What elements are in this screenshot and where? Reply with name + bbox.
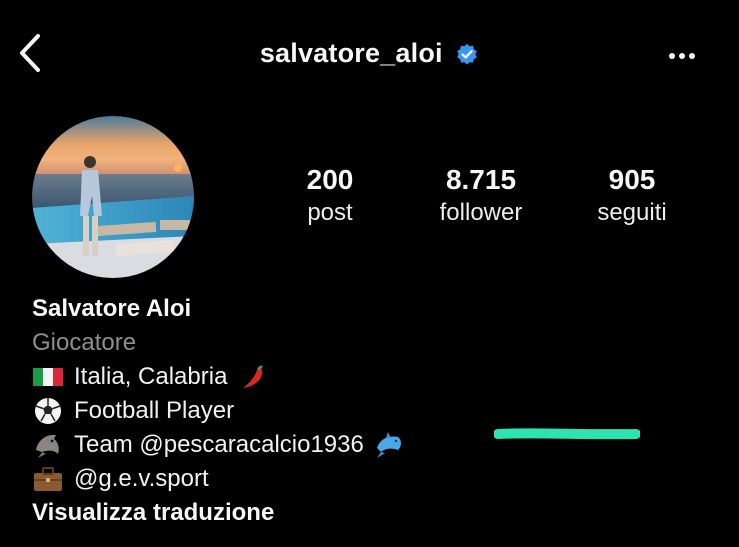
more-dot-icon <box>679 53 685 59</box>
bio-line-agency: @g.e.v.sport <box>32 462 712 496</box>
followers-count[interactable]: 8.715 follower <box>406 163 556 229</box>
profile-bio: Salvatore Aloi Giocatore Italia, Calabri… <box>32 292 712 530</box>
bio-location-text: Italia, Calabria <box>74 363 228 390</box>
bio-line-role: Football Player <box>32 394 712 428</box>
chili-pepper-icon <box>243 365 264 388</box>
following-label: seguiti <box>597 199 667 226</box>
following-value: 905 <box>608 164 656 195</box>
bio-team-text[interactable]: Team @pescaracalcio1936 <box>74 428 364 462</box>
profile-header: salvatore_aloi <box>0 0 739 106</box>
header-title: salvatore_aloi <box>0 38 739 69</box>
italy-flag-icon <box>33 368 63 386</box>
profile-photo <box>32 116 194 278</box>
following-count[interactable]: 905 seguiti <box>557 163 707 229</box>
more-dot-icon <box>689 53 695 59</box>
bio-line-location: Italia, Calabria <box>32 360 712 394</box>
dolphin-icon <box>36 434 59 458</box>
briefcase-icon <box>34 467 62 491</box>
username-title: salvatore_aloi <box>259 38 443 68</box>
bio-agency-text[interactable]: @g.e.v.sport <box>74 462 209 496</box>
verified-badge-icon <box>457 43 477 65</box>
bio-role-text: Football Player <box>74 397 235 424</box>
profile-category: Giocatore <box>32 329 137 356</box>
posts-value: 200 <box>306 164 354 195</box>
soccer-ball-icon <box>35 398 61 424</box>
translate-link[interactable]: Visualizza traduzione <box>32 496 712 530</box>
avatar[interactable] <box>32 116 194 278</box>
full-name: Salvatore Aloi <box>32 295 192 322</box>
highlight-stroke-mark <box>494 428 640 440</box>
followers-label: follower <box>439 199 523 226</box>
followers-value: 8.715 <box>445 164 517 195</box>
posts-count[interactable]: 200 post <box>255 163 405 229</box>
dolphin-icon <box>376 432 401 458</box>
more-dot-icon <box>669 53 675 59</box>
posts-label: post <box>307 199 353 226</box>
more-options-button[interactable] <box>669 46 703 62</box>
